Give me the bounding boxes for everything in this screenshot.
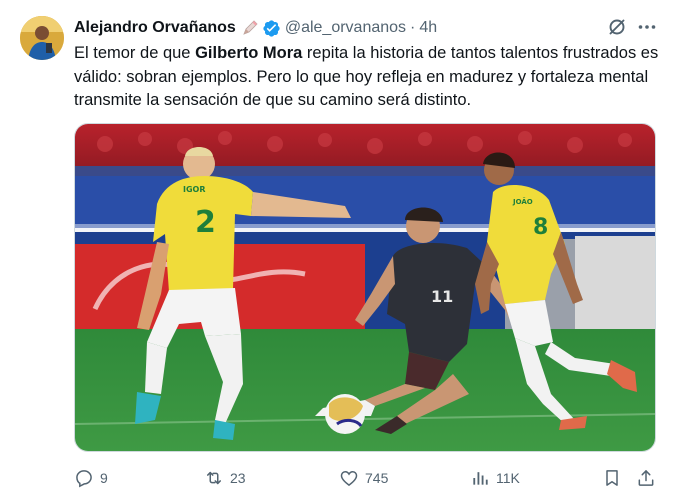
tweet-header: Alejandro Orvañanos @ale_orvananos · 4h [74,17,594,39]
tweet[interactable]: Alejandro Orvañanos @ale_orvananos · 4h [0,0,674,501]
avatar[interactable] [20,16,64,60]
grok-icon[interactable] [606,16,628,38]
text-part-1: El temor de que [74,44,196,62]
jersey-number-center: 11 [431,287,453,306]
like-button[interactable]: 745 [339,466,388,490]
jersey-name-right: JOÃO [512,197,533,206]
like-icon [340,470,358,487]
pencil-emoji-icon [241,19,259,37]
repost-button[interactable]: 23 [204,466,246,490]
jersey-number-left: 2 [195,205,216,240]
views-button[interactable]: 11K [470,466,520,490]
jersey-number-right: 8 [533,215,548,240]
tweet-text: El temor de que Gilberto Mora repita la … [74,42,664,113]
share-icon [638,470,654,486]
reply-icon [76,470,92,488]
repost-icon [207,471,221,485]
reply-count: 9 [100,470,108,486]
post-time[interactable]: 4h [419,19,437,37]
bookmark-button[interactable] [602,466,622,490]
tweet-image[interactable]: 2 IGOR 11 8 JOÃO [74,123,656,452]
view-count: 11K [496,470,520,486]
match-ball [325,394,365,434]
reply-button[interactable]: 9 [74,466,108,490]
bookmark-icon [606,470,618,486]
verified-badge-icon[interactable] [262,19,281,38]
mention-gilberto-mora: Gilberto Mora [195,44,303,62]
separator-dot: · [410,19,416,36]
repost-count: 23 [230,470,246,486]
more-icon[interactable] [636,16,658,38]
tweet-actions: 9 23 745 11K [74,466,664,490]
author-handle[interactable]: @ale_orvananos [285,19,406,37]
views-icon [473,472,488,485]
author-name[interactable]: Alejandro Orvañanos [74,19,236,37]
like-count: 745 [365,470,389,486]
jersey-name-left: IGOR [183,185,206,194]
share-button[interactable] [636,466,656,490]
